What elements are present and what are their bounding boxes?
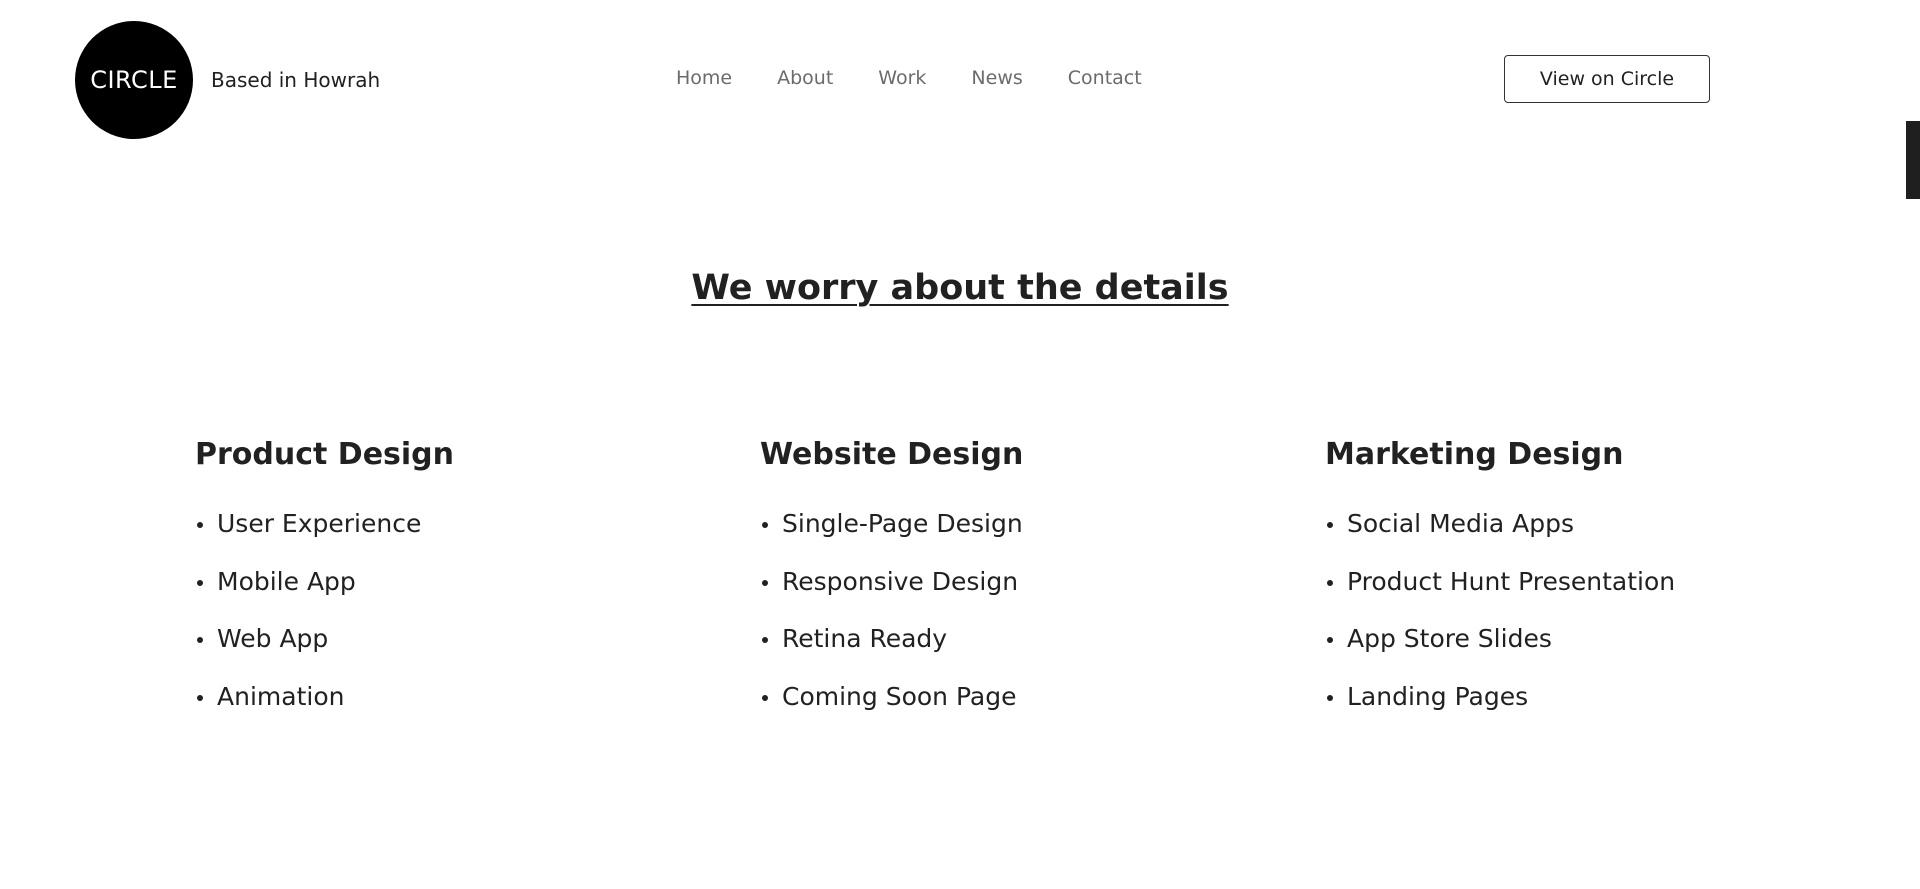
- bullet-icon: [1327, 694, 1333, 701]
- column-title: Product Design: [195, 437, 455, 472]
- list-item-label: User Experience: [217, 509, 422, 538]
- nav-home[interactable]: Home: [676, 67, 732, 89]
- column-title: Website Design: [760, 437, 1024, 472]
- section-headline-text: We worry about the details: [691, 268, 1229, 308]
- list-item: Single-Page Design: [760, 509, 1023, 567]
- list-item: App Store Slides: [1325, 624, 1675, 682]
- service-list: Social Media Apps Product Hunt Presentat…: [1325, 509, 1675, 739]
- list-item-label: Coming Soon Page: [782, 681, 1017, 711]
- list-item: Mobile App: [195, 567, 454, 625]
- view-on-circle-button[interactable]: View on Circle: [1504, 55, 1710, 103]
- bullet-icon: [197, 637, 203, 643]
- location-tagline: Based in Howrah: [211, 68, 381, 92]
- logo-link[interactable]: CIRCLE: [75, 21, 193, 139]
- list-item-label: Retina Ready: [782, 624, 948, 653]
- bullet-icon: [762, 579, 768, 586]
- list-item-label: Single-Page Design: [782, 509, 1023, 538]
- scrollbar-thumb[interactable]: [1906, 121, 1920, 199]
- nav-work[interactable]: Work: [878, 67, 926, 89]
- bullet-icon: [1327, 579, 1333, 586]
- service-column-product-design: Product Design User Experience Mobile Ap…: [195, 437, 454, 739]
- list-item: Landing Pages: [1325, 682, 1675, 740]
- list-item-label: Responsive Design: [782, 566, 1019, 596]
- page: CIRCLE Based in Howrah Home About Work N…: [0, 0, 1920, 889]
- bullet-icon: [762, 522, 768, 528]
- list-item: Animation: [195, 682, 454, 740]
- section-headline: We worry about the details: [0, 268, 1920, 308]
- nav-news[interactable]: News: [971, 67, 1022, 89]
- list-item: Social Media Apps: [1325, 509, 1675, 567]
- list-item: Web App: [195, 624, 454, 682]
- nav-about[interactable]: About: [777, 67, 833, 89]
- service-list: Single-Page Design Responsive Design Ret…: [760, 509, 1023, 739]
- nav-contact[interactable]: Contact: [1068, 67, 1142, 89]
- service-column-website-design: Website Design Single-Page Design Respon…: [760, 437, 1023, 739]
- service-list: User Experience Mobile App Web App Anima…: [195, 509, 454, 739]
- column-title: Marketing Design: [1325, 437, 1624, 472]
- service-column-marketing-design: Marketing Design Social Media Apps Produ…: [1325, 437, 1675, 739]
- list-item: User Experience: [195, 509, 454, 567]
- bullet-icon: [197, 522, 203, 528]
- list-item: Retina Ready: [760, 624, 1023, 682]
- list-item: Coming Soon Page: [760, 682, 1023, 740]
- bullet-icon: [1327, 637, 1333, 643]
- bullet-icon: [762, 694, 768, 701]
- list-item-label: App Store Slides: [1347, 624, 1552, 653]
- bullet-icon: [197, 579, 203, 586]
- list-item-label: Social Media Apps: [1347, 509, 1574, 538]
- bullet-icon: [197, 694, 203, 701]
- list-item-label: Animation: [217, 681, 345, 711]
- main-nav: Home About Work News Contact: [676, 67, 1142, 89]
- list-item-label: Product Hunt Presentation: [1347, 566, 1676, 596]
- list-item: Responsive Design: [760, 567, 1023, 625]
- bullet-icon: [1327, 522, 1333, 528]
- list-item: Product Hunt Presentation: [1325, 567, 1675, 625]
- list-item-label: Landing Pages: [1347, 681, 1529, 711]
- list-item-label: Mobile App: [217, 566, 356, 596]
- list-item-label: Web App: [217, 624, 329, 653]
- bullet-icon: [762, 637, 768, 643]
